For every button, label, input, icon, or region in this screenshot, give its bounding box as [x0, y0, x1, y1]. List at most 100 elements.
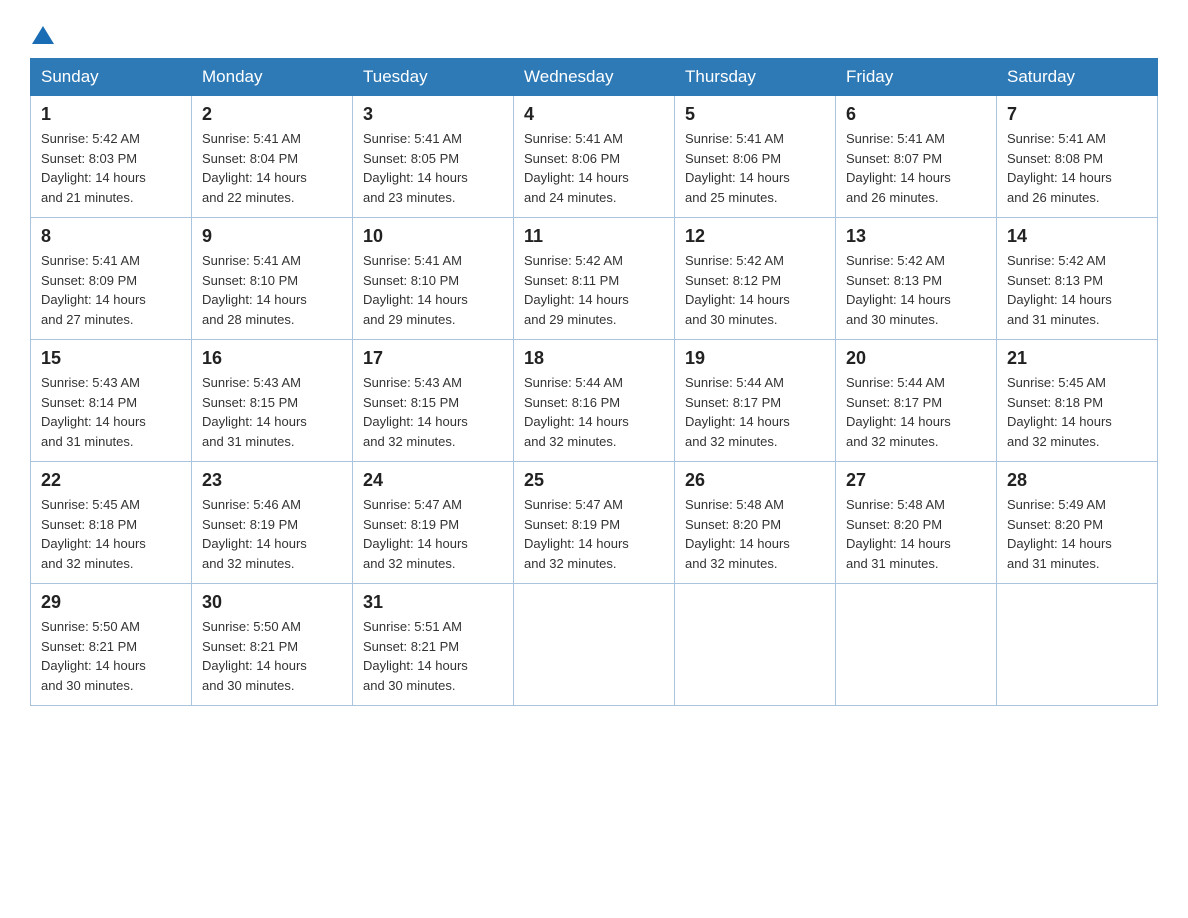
day-info: Sunrise: 5:43 AM Sunset: 8:15 PM Dayligh… — [202, 373, 342, 451]
day-info: Sunrise: 5:51 AM Sunset: 8:21 PM Dayligh… — [363, 617, 503, 695]
day-number: 29 — [41, 592, 181, 613]
calendar-table: SundayMondayTuesdayWednesdayThursdayFrid… — [30, 58, 1158, 706]
weekday-header-saturday: Saturday — [997, 59, 1158, 96]
calendar-cell: 31 Sunrise: 5:51 AM Sunset: 8:21 PM Dayl… — [353, 584, 514, 706]
day-number: 22 — [41, 470, 181, 491]
day-number: 26 — [685, 470, 825, 491]
calendar-cell: 2 Sunrise: 5:41 AM Sunset: 8:04 PM Dayli… — [192, 96, 353, 218]
calendar-cell — [675, 584, 836, 706]
day-number: 18 — [524, 348, 664, 369]
calendar-cell: 29 Sunrise: 5:50 AM Sunset: 8:21 PM Dayl… — [31, 584, 192, 706]
day-info: Sunrise: 5:44 AM Sunset: 8:17 PM Dayligh… — [846, 373, 986, 451]
calendar-cell: 27 Sunrise: 5:48 AM Sunset: 8:20 PM Dayl… — [836, 462, 997, 584]
day-info: Sunrise: 5:41 AM Sunset: 8:10 PM Dayligh… — [363, 251, 503, 329]
day-info: Sunrise: 5:44 AM Sunset: 8:16 PM Dayligh… — [524, 373, 664, 451]
day-info: Sunrise: 5:50 AM Sunset: 8:21 PM Dayligh… — [41, 617, 181, 695]
weekday-header-wednesday: Wednesday — [514, 59, 675, 96]
day-info: Sunrise: 5:41 AM Sunset: 8:08 PM Dayligh… — [1007, 129, 1147, 207]
calendar-week-row: 8 Sunrise: 5:41 AM Sunset: 8:09 PM Dayli… — [31, 218, 1158, 340]
logo-triangle-icon — [32, 24, 54, 46]
day-number: 31 — [363, 592, 503, 613]
day-number: 1 — [41, 104, 181, 125]
day-info: Sunrise: 5:42 AM Sunset: 8:13 PM Dayligh… — [846, 251, 986, 329]
day-number: 5 — [685, 104, 825, 125]
calendar-cell: 23 Sunrise: 5:46 AM Sunset: 8:19 PM Dayl… — [192, 462, 353, 584]
calendar-cell: 9 Sunrise: 5:41 AM Sunset: 8:10 PM Dayli… — [192, 218, 353, 340]
calendar-cell: 18 Sunrise: 5:44 AM Sunset: 8:16 PM Dayl… — [514, 340, 675, 462]
calendar-cell — [836, 584, 997, 706]
day-number: 7 — [1007, 104, 1147, 125]
day-info: Sunrise: 5:41 AM Sunset: 8:06 PM Dayligh… — [524, 129, 664, 207]
day-info: Sunrise: 5:50 AM Sunset: 8:21 PM Dayligh… — [202, 617, 342, 695]
day-info: Sunrise: 5:45 AM Sunset: 8:18 PM Dayligh… — [41, 495, 181, 573]
day-number: 9 — [202, 226, 342, 247]
day-number: 3 — [363, 104, 503, 125]
day-number: 2 — [202, 104, 342, 125]
calendar-cell — [514, 584, 675, 706]
day-number: 23 — [202, 470, 342, 491]
day-number: 14 — [1007, 226, 1147, 247]
day-number: 17 — [363, 348, 503, 369]
calendar-cell: 19 Sunrise: 5:44 AM Sunset: 8:17 PM Dayl… — [675, 340, 836, 462]
calendar-cell: 3 Sunrise: 5:41 AM Sunset: 8:05 PM Dayli… — [353, 96, 514, 218]
day-number: 13 — [846, 226, 986, 247]
day-number: 15 — [41, 348, 181, 369]
calendar-cell: 5 Sunrise: 5:41 AM Sunset: 8:06 PM Dayli… — [675, 96, 836, 218]
day-info: Sunrise: 5:46 AM Sunset: 8:19 PM Dayligh… — [202, 495, 342, 573]
day-info: Sunrise: 5:41 AM Sunset: 8:06 PM Dayligh… — [685, 129, 825, 207]
day-info: Sunrise: 5:47 AM Sunset: 8:19 PM Dayligh… — [363, 495, 503, 573]
day-number: 27 — [846, 470, 986, 491]
calendar-cell: 6 Sunrise: 5:41 AM Sunset: 8:07 PM Dayli… — [836, 96, 997, 218]
day-number: 30 — [202, 592, 342, 613]
day-number: 25 — [524, 470, 664, 491]
calendar-week-row: 29 Sunrise: 5:50 AM Sunset: 8:21 PM Dayl… — [31, 584, 1158, 706]
calendar-cell: 15 Sunrise: 5:43 AM Sunset: 8:14 PM Dayl… — [31, 340, 192, 462]
day-number: 10 — [363, 226, 503, 247]
weekday-header-thursday: Thursday — [675, 59, 836, 96]
calendar-cell: 1 Sunrise: 5:42 AM Sunset: 8:03 PM Dayli… — [31, 96, 192, 218]
calendar-cell: 21 Sunrise: 5:45 AM Sunset: 8:18 PM Dayl… — [997, 340, 1158, 462]
day-number: 12 — [685, 226, 825, 247]
day-number: 24 — [363, 470, 503, 491]
day-number: 8 — [41, 226, 181, 247]
weekday-header-row: SundayMondayTuesdayWednesdayThursdayFrid… — [31, 59, 1158, 96]
calendar-cell: 24 Sunrise: 5:47 AM Sunset: 8:19 PM Dayl… — [353, 462, 514, 584]
calendar-cell — [997, 584, 1158, 706]
calendar-cell: 25 Sunrise: 5:47 AM Sunset: 8:19 PM Dayl… — [514, 462, 675, 584]
day-info: Sunrise: 5:41 AM Sunset: 8:07 PM Dayligh… — [846, 129, 986, 207]
weekday-header-sunday: Sunday — [31, 59, 192, 96]
day-info: Sunrise: 5:41 AM Sunset: 8:04 PM Dayligh… — [202, 129, 342, 207]
day-number: 20 — [846, 348, 986, 369]
day-number: 16 — [202, 348, 342, 369]
calendar-week-row: 22 Sunrise: 5:45 AM Sunset: 8:18 PM Dayl… — [31, 462, 1158, 584]
calendar-cell: 22 Sunrise: 5:45 AM Sunset: 8:18 PM Dayl… — [31, 462, 192, 584]
calendar-cell: 16 Sunrise: 5:43 AM Sunset: 8:15 PM Dayl… — [192, 340, 353, 462]
day-info: Sunrise: 5:42 AM Sunset: 8:03 PM Dayligh… — [41, 129, 181, 207]
calendar-cell: 7 Sunrise: 5:41 AM Sunset: 8:08 PM Dayli… — [997, 96, 1158, 218]
day-number: 28 — [1007, 470, 1147, 491]
calendar-cell: 10 Sunrise: 5:41 AM Sunset: 8:10 PM Dayl… — [353, 218, 514, 340]
day-number: 6 — [846, 104, 986, 125]
day-number: 4 — [524, 104, 664, 125]
logo — [30, 20, 54, 46]
weekday-header-tuesday: Tuesday — [353, 59, 514, 96]
calendar-cell: 14 Sunrise: 5:42 AM Sunset: 8:13 PM Dayl… — [997, 218, 1158, 340]
calendar-week-row: 15 Sunrise: 5:43 AM Sunset: 8:14 PM Dayl… — [31, 340, 1158, 462]
day-info: Sunrise: 5:45 AM Sunset: 8:18 PM Dayligh… — [1007, 373, 1147, 451]
day-info: Sunrise: 5:43 AM Sunset: 8:15 PM Dayligh… — [363, 373, 503, 451]
day-info: Sunrise: 5:42 AM Sunset: 8:12 PM Dayligh… — [685, 251, 825, 329]
calendar-cell: 17 Sunrise: 5:43 AM Sunset: 8:15 PM Dayl… — [353, 340, 514, 462]
calendar-cell: 8 Sunrise: 5:41 AM Sunset: 8:09 PM Dayli… — [31, 218, 192, 340]
weekday-header-friday: Friday — [836, 59, 997, 96]
day-info: Sunrise: 5:44 AM Sunset: 8:17 PM Dayligh… — [685, 373, 825, 451]
calendar-cell: 20 Sunrise: 5:44 AM Sunset: 8:17 PM Dayl… — [836, 340, 997, 462]
weekday-header-monday: Monday — [192, 59, 353, 96]
day-info: Sunrise: 5:41 AM Sunset: 8:09 PM Dayligh… — [41, 251, 181, 329]
calendar-cell: 13 Sunrise: 5:42 AM Sunset: 8:13 PM Dayl… — [836, 218, 997, 340]
calendar-cell: 11 Sunrise: 5:42 AM Sunset: 8:11 PM Dayl… — [514, 218, 675, 340]
calendar-cell: 12 Sunrise: 5:42 AM Sunset: 8:12 PM Dayl… — [675, 218, 836, 340]
page-header — [30, 20, 1158, 46]
day-info: Sunrise: 5:47 AM Sunset: 8:19 PM Dayligh… — [524, 495, 664, 573]
day-info: Sunrise: 5:41 AM Sunset: 8:05 PM Dayligh… — [363, 129, 503, 207]
calendar-cell: 28 Sunrise: 5:49 AM Sunset: 8:20 PM Dayl… — [997, 462, 1158, 584]
